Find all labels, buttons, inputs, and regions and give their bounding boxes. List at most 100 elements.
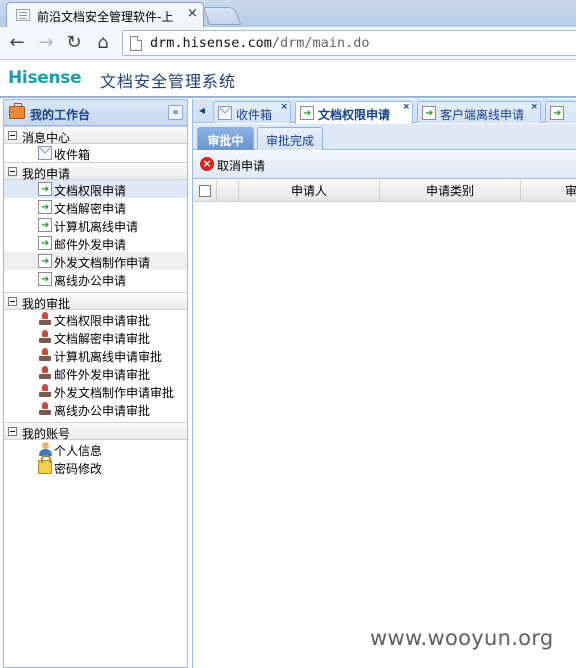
- tab-doc-permission-request[interactable]: 文档权限申请 ×: [295, 101, 413, 124]
- main-panel: ◂ 收件箱 × 文档权限申请 × 客户端离线申请 × 审批中 审批完成 ×: [192, 99, 576, 668]
- doc-arrow-icon: [38, 218, 52, 232]
- sidebar-item-label: 离线办公申请审批: [54, 404, 151, 418]
- browser-tabstrip: 前沿文档安全管理软件-上 ×: [0, 0, 576, 27]
- sidebar-item-doc-permission-approval[interactable]: 文档权限申请审批: [4, 310, 187, 328]
- doc-arrow-icon: [38, 272, 52, 286]
- workbench-sidebar: 我的工作台 « 消息中心 收件箱 我的申请 文档权限申请 文档解密申请 计算机离…: [3, 99, 188, 668]
- doc-arrow-icon: [38, 254, 52, 268]
- reload-icon[interactable]: ↻: [63, 32, 85, 54]
- hisense-logo: Hisense: [8, 68, 82, 88]
- sidebar-item-label: 计算机离线申请审批: [54, 350, 163, 364]
- sidebar-item-label: 收件箱: [54, 148, 91, 162]
- sidebar-item-personal-info[interactable]: 个人信息: [4, 440, 187, 458]
- new-tab-button[interactable]: [202, 7, 242, 25]
- collapse-minus-icon[interactable]: [8, 167, 17, 176]
- doc-arrow-icon: [38, 182, 52, 196]
- sidebar-item-label: 邮件外发申请: [54, 238, 127, 252]
- sidebar-item-label: 外发文档制作申请审批: [54, 386, 175, 400]
- sidebar-item-label: 外发文档制作申请: [54, 256, 151, 270]
- tab-label: 收件箱: [236, 108, 273, 122]
- collapse-minus-icon[interactable]: [8, 427, 17, 436]
- sidebar-item-label: 计算机离线申请: [54, 220, 139, 234]
- close-tab-icon[interactable]: ×: [280, 102, 288, 112]
- sidebar-item-label: 文档解密申请审批: [54, 332, 151, 346]
- page-icon: [16, 9, 30, 21]
- column-approval[interactable]: 审: [521, 180, 576, 202]
- subtab-in-review[interactable]: 审批中: [197, 127, 254, 150]
- collapse-minus-icon[interactable]: [8, 297, 17, 306]
- stamp-icon: [38, 312, 52, 326]
- subtab-label: 审批中: [207, 134, 244, 148]
- doc-arrow-icon: [38, 200, 52, 214]
- tab-overflow[interactable]: [545, 101, 576, 123]
- subtab-completed[interactable]: 审批完成: [257, 127, 323, 150]
- stamp-icon: [38, 348, 52, 362]
- sidebar-title: 我的工作台: [30, 108, 91, 122]
- address-bar[interactable]: drm.hisense.com/drm/main.do: [122, 30, 576, 56]
- stamp-icon: [38, 330, 52, 344]
- back-icon[interactable]: ←: [6, 32, 28, 54]
- sidebar-item-outgoing-doc-request[interactable]: 外发文档制作申请: [4, 252, 187, 270]
- select-all-column: [193, 180, 217, 202]
- sidebar-item-doc-permission-request[interactable]: 文档权限申请: [4, 180, 187, 198]
- sidebar-item-label: 文档解密申请: [54, 202, 127, 216]
- app-title: 文档安全管理系统: [100, 72, 237, 91]
- sidebar-item-email-outgoing-approval[interactable]: 邮件外发申请审批: [4, 364, 187, 382]
- collapse-icon[interactable]: «: [168, 105, 183, 120]
- tab-inbox[interactable]: 收件箱 ×: [213, 101, 291, 123]
- person-icon: [38, 442, 52, 456]
- home-icon[interactable]: ⌂: [92, 32, 114, 54]
- group-my-approvals[interactable]: 我的审批: [4, 292, 187, 311]
- sidebar-item-change-password[interactable]: 密码修改: [4, 455, 187, 476]
- command-toolbar: × 取消申请: [193, 151, 576, 179]
- tab-label: 文档权限申请: [318, 108, 391, 122]
- group-message-center[interactable]: 消息中心: [4, 126, 187, 145]
- sidebar-item-label: 文档权限申请: [54, 184, 127, 198]
- forward-icon[interactable]: →: [35, 32, 57, 54]
- briefcase-icon: [9, 103, 25, 119]
- row-number-column: [217, 180, 239, 202]
- sidebar-item-label: 密码修改: [54, 462, 103, 476]
- stamp-icon: [38, 402, 52, 416]
- cancel-icon: ×: [200, 157, 214, 171]
- sidebar-item-computer-offline-approval[interactable]: 计算机离线申请审批: [4, 346, 187, 364]
- sidebar-item-label: 邮件外发申请审批: [54, 368, 151, 382]
- tab-client-offline-request[interactable]: 客户端离线申请 ×: [417, 101, 541, 123]
- sidebar-item-offline-office-approval[interactable]: 离线办公申请审批: [4, 400, 187, 418]
- doc-arrow-icon: [38, 236, 52, 250]
- column-applicant[interactable]: 申请人: [239, 180, 380, 202]
- select-all-checkbox[interactable]: [199, 185, 211, 197]
- app-header: Hisense 文档安全管理系统: [0, 61, 576, 98]
- sidebar-item-inbox[interactable]: 收件箱: [4, 144, 187, 162]
- stamp-icon: [38, 384, 52, 398]
- doc-arrow-icon: [550, 106, 564, 120]
- lock-icon: [38, 455, 52, 474]
- grid-header: 申请人 申请类别 审: [193, 180, 576, 202]
- collapse-minus-icon[interactable]: [8, 131, 17, 140]
- close-tab-icon[interactable]: ×: [530, 102, 538, 112]
- group-my-applications[interactable]: 我的申请: [4, 162, 187, 181]
- sidebar-item-label: 个人信息: [54, 444, 103, 458]
- browser-tab[interactable]: 前沿文档安全管理软件-上 ×: [6, 2, 204, 27]
- sidebar-item-label: 文档权限申请审批: [54, 314, 151, 328]
- doc-arrow-icon: [300, 106, 314, 120]
- page-icon: [130, 36, 142, 51]
- sidebar-item-outgoing-doc-approval[interactable]: 外发文档制作申请审批: [4, 382, 187, 400]
- scroll-left-icon[interactable]: ◂: [195, 102, 209, 119]
- mail-icon: [218, 106, 232, 120]
- subtab-label: 审批完成: [265, 134, 314, 148]
- cancel-label: 取消申请: [217, 159, 266, 173]
- url-text: drm.hisense.com/drm/main.do: [150, 35, 370, 51]
- browser-toolbar: ← → ↻ ⌂ drm.hisense.com/drm/main.do: [0, 27, 576, 60]
- close-tab-icon[interactable]: ×: [187, 6, 198, 21]
- sidebar-item-computer-offline-request[interactable]: 计算机离线申请: [4, 216, 187, 234]
- column-application-type[interactable]: 申请类别: [380, 180, 521, 202]
- close-tab-icon[interactable]: ×: [402, 102, 410, 112]
- doc-arrow-icon: [422, 106, 436, 120]
- sidebar-item-doc-decrypt-request[interactable]: 文档解密申请: [4, 198, 187, 216]
- sidebar-item-email-outgoing-request[interactable]: 邮件外发申请: [4, 234, 187, 252]
- sidebar-item-offline-office-request[interactable]: 离线办公申请: [4, 270, 187, 288]
- browser-tab-title: 前沿文档安全管理软件-上: [37, 10, 174, 24]
- group-my-account[interactable]: 我的账号: [4, 422, 187, 441]
- sidebar-item-doc-decrypt-approval[interactable]: 文档解密申请审批: [4, 328, 187, 346]
